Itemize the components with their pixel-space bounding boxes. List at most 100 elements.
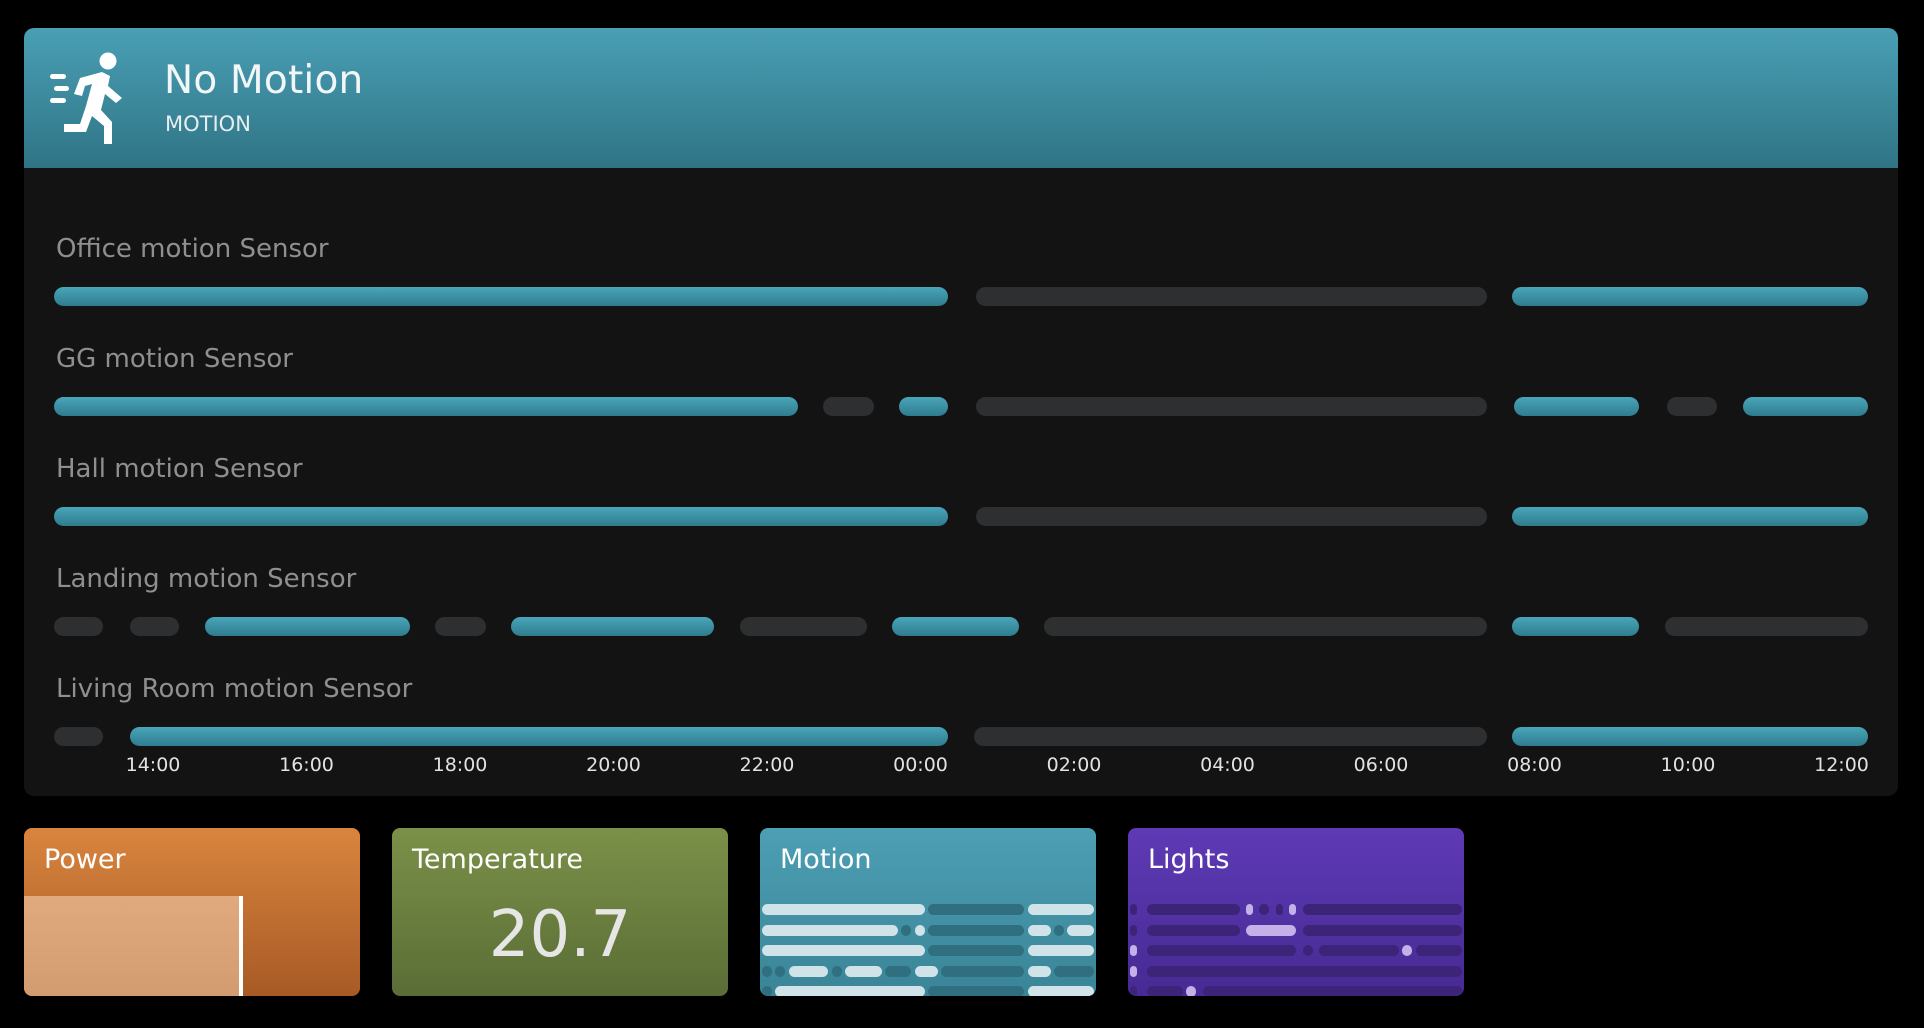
time-axis-tick: 12:00 [1814,754,1869,776]
timeline-segment-clear[interactable] [975,287,1488,306]
mini-timeline-segment [1276,904,1283,915]
timeline-segment-clear[interactable] [54,617,103,636]
mini-timeline-segment [762,986,772,996]
timeline-segment-detected[interactable] [54,507,949,526]
timeline-segment-detected[interactable] [892,617,1020,636]
timeline-segment-clear[interactable] [1666,397,1718,416]
mini-timeline-segment [1027,945,1094,956]
timeline-segment-detected[interactable] [130,727,949,746]
timeline-segment-detected[interactable] [1742,397,1868,416]
time-axis-tick: 18:00 [432,754,488,776]
mini-timeline-segment [928,904,1025,915]
mini-timeline-segment [941,965,1025,977]
timeline-segment-clear[interactable] [1044,617,1488,636]
mini-timeline-segment [1146,904,1240,915]
mini-timeline-segment [1130,945,1137,956]
mini-timeline-segment [1027,924,1051,936]
mini-timeline-segment [762,965,772,977]
power-level-fill [24,896,240,996]
mini-timeline-segment [1302,904,1462,915]
motion-mini-timeline [760,898,1096,996]
sensor-label: Office motion Sensor [56,234,329,264]
timeline-segment-clear[interactable] [54,727,103,746]
power-tile[interactable]: Power [24,828,360,996]
mini-timeline-segment [1130,904,1137,915]
motion-tile[interactable]: Motion [760,828,1096,996]
mini-timeline-segment [914,924,925,936]
mini-timeline-segment [1130,986,1137,996]
timeline-segment-clear[interactable] [975,397,1488,416]
timeline-segment-detected[interactable] [54,287,949,306]
mini-timeline-segment [1186,986,1197,996]
timeline-segment-detected[interactable] [899,397,949,416]
sensor-label: GG motion Sensor [56,344,293,374]
timeline-segment-detected[interactable] [1514,397,1640,416]
timeline-segment-clear[interactable] [973,727,1488,746]
mini-timeline-segment [1319,945,1399,956]
time-axis-tick: 16:00 [279,754,334,776]
motion-history-card[interactable]: No Motion MOTION Office motion Sensor GG … [24,28,1898,796]
mini-timeline-segment [1146,945,1296,956]
mini-timeline-segment [928,924,1025,936]
mini-timeline-segment [1302,924,1462,936]
timeline-segment-detected[interactable] [1512,507,1868,526]
timeline-segment-clear[interactable] [130,617,180,636]
mini-timeline-segment [788,965,829,977]
mini-timeline-segment [762,904,925,915]
time-axis-tick: 10:00 [1660,754,1716,776]
mini-timeline-segment [914,965,938,977]
power-tile-title: Power [44,844,126,875]
mini-timeline-segment [928,945,1025,956]
time-axis-tick: 04:00 [1200,754,1255,776]
mini-timeline-segment [1302,945,1313,956]
card-title: No Motion [164,58,364,103]
sensor-label: Landing motion Sensor [56,564,357,594]
timeline-segment-detected[interactable] [54,397,798,416]
timeline-segment-clear[interactable] [434,617,486,636]
timeline-segment-clear[interactable] [1664,617,1868,636]
mini-timeline-segment [1146,924,1240,936]
history-timeline: Office motion Sensor GG motion Sensor Hall… [24,168,1898,796]
temperature-tile-title: Temperature [412,844,584,875]
time-axis-tick: 22:00 [739,754,795,776]
timeline-segment-detected[interactable] [204,617,410,636]
sensor-label: Hall motion Sensor [56,454,303,484]
card-subtitle: MOTION [165,112,251,136]
card-header: No Motion MOTION [24,28,1898,168]
timeline-segment-clear[interactable] [823,397,874,416]
timeline-segment-clear[interactable] [975,507,1488,526]
time-axis-tick: 14:00 [125,754,181,776]
mini-timeline-segment [762,924,899,936]
mini-timeline-segment [1146,965,1462,977]
mini-timeline-segment [1027,904,1094,915]
time-axis-tick: 06:00 [1353,754,1409,776]
mini-timeline-segment [1027,986,1094,996]
timeline-segment-detected[interactable] [1512,617,1640,636]
mini-timeline-segment [1246,904,1253,915]
mini-timeline-segment [1067,924,1094,936]
timeline-segment-detected[interactable] [1512,727,1868,746]
mini-timeline-segment [1027,965,1051,977]
mini-timeline-segment [1289,904,1296,915]
mini-timeline-segment [775,986,925,996]
lights-tile[interactable]: Lights [1128,828,1464,996]
mini-timeline-segment [1130,965,1137,977]
mini-timeline-segment [775,965,786,977]
time-axis-tick: 20:00 [586,754,641,776]
running-person-icon [50,52,122,144]
mini-timeline-segment [831,965,842,977]
mini-timeline-segment [1246,924,1296,936]
temperature-value: 20.7 [488,898,632,972]
mini-timeline-segment [1054,965,1094,977]
mini-timeline-segment [1054,924,1065,936]
mini-timeline-segment [1415,945,1462,956]
time-axis-tick: 00:00 [893,754,948,776]
timeline-segment-detected[interactable] [511,617,715,636]
mini-timeline-segment [1146,986,1184,996]
timeline-segment-detected[interactable] [1512,287,1868,306]
temperature-tile[interactable]: Temperature 20.7 [392,828,728,996]
motion-tile-title: Motion [780,844,872,875]
lights-tile-title: Lights [1148,844,1230,875]
timeline-segment-clear[interactable] [739,617,867,636]
mini-timeline-segment [845,965,882,977]
